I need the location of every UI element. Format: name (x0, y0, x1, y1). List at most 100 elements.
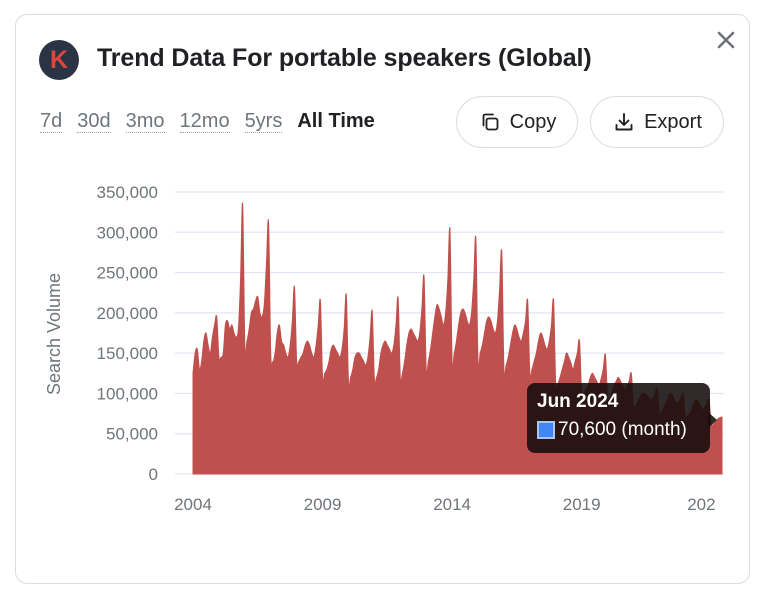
data-point[interactable] (563, 360, 565, 362)
data-point[interactable] (214, 324, 216, 326)
data-point[interactable] (257, 296, 259, 298)
data-point[interactable] (600, 378, 602, 380)
data-point[interactable] (255, 300, 257, 302)
data-point[interactable] (326, 368, 328, 370)
data-point[interactable] (220, 356, 222, 358)
data-point[interactable] (291, 320, 293, 322)
data-point[interactable] (425, 368, 427, 370)
data-point[interactable] (263, 304, 265, 306)
data-point[interactable] (237, 328, 239, 330)
data-point[interactable] (466, 320, 468, 322)
data-point[interactable] (516, 328, 518, 330)
data-point[interactable] (542, 336, 544, 338)
data-point[interactable] (358, 352, 360, 354)
data-point[interactable] (546, 348, 548, 350)
data-point[interactable] (544, 344, 546, 346)
data-point[interactable] (391, 352, 393, 354)
data-point[interactable] (460, 312, 462, 314)
data-point[interactable] (315, 344, 317, 346)
data-point[interactable] (432, 332, 434, 334)
data-point[interactable] (721, 416, 723, 418)
data-point[interactable] (561, 368, 563, 370)
data-point[interactable] (332, 344, 334, 346)
data-point[interactable] (496, 320, 498, 322)
data-point[interactable] (490, 320, 492, 322)
data-point[interactable] (479, 352, 481, 354)
data-point[interactable] (505, 364, 507, 366)
data-point[interactable] (566, 352, 568, 354)
data-point[interactable] (419, 332, 421, 334)
data-point[interactable] (201, 360, 203, 362)
data-point[interactable] (322, 376, 324, 378)
data-point[interactable] (408, 332, 410, 334)
data-point[interactable] (306, 340, 308, 342)
data-point[interactable] (192, 372, 194, 374)
data-point[interactable] (486, 320, 488, 322)
data-point[interactable] (330, 348, 332, 350)
data-point[interactable] (274, 352, 276, 354)
data-point[interactable] (382, 344, 384, 346)
data-point[interactable] (378, 368, 380, 370)
data-point[interactable] (261, 316, 263, 318)
data-point[interactable] (289, 344, 291, 346)
data-point[interactable] (335, 348, 337, 350)
data-point[interactable] (369, 336, 371, 338)
data-point[interactable] (453, 352, 455, 354)
data-point[interactable] (455, 340, 457, 342)
data-point[interactable] (468, 324, 470, 326)
data-point[interactable] (283, 344, 285, 346)
data-point[interactable] (194, 352, 196, 354)
data-point[interactable] (376, 376, 378, 378)
data-point[interactable] (240, 280, 242, 282)
data-point[interactable] (464, 312, 466, 314)
data-point[interactable] (343, 328, 345, 330)
data-point[interactable] (393, 344, 395, 346)
data-point[interactable] (604, 354, 606, 356)
data-point[interactable] (231, 324, 233, 326)
data-point[interactable] (371, 310, 373, 312)
data-point[interactable] (488, 316, 490, 318)
data-point[interactable] (304, 344, 306, 346)
data-point[interactable] (298, 360, 300, 362)
data-point[interactable] (211, 336, 213, 338)
data-point[interactable] (302, 352, 304, 354)
data-point[interactable] (591, 372, 593, 374)
data-point[interactable] (386, 344, 388, 346)
data-point[interactable] (399, 376, 401, 378)
data-point[interactable] (341, 348, 343, 350)
data-point[interactable] (578, 340, 580, 342)
data-point[interactable] (309, 344, 311, 346)
data-point[interactable] (540, 332, 542, 334)
data-point[interactable] (499, 288, 501, 290)
data-point[interactable] (473, 280, 475, 282)
data-point[interactable] (207, 344, 209, 346)
data-point[interactable] (319, 300, 321, 302)
data-point[interactable] (520, 340, 522, 342)
data-point[interactable] (233, 332, 235, 334)
data-point[interactable] (630, 372, 632, 374)
data-point[interactable] (287, 356, 289, 358)
data-point[interactable] (512, 332, 514, 334)
data-point[interactable] (205, 332, 207, 334)
data-point[interactable] (324, 372, 326, 374)
data-point[interactable] (278, 324, 280, 326)
data-point[interactable] (339, 356, 341, 358)
data-point[interactable] (224, 324, 226, 326)
data-point[interactable] (417, 340, 419, 342)
data-point[interactable] (574, 360, 576, 362)
data-point[interactable] (529, 372, 531, 374)
data-point[interactable] (252, 308, 254, 310)
data-point[interactable] (406, 344, 408, 346)
data-point[interactable] (259, 312, 261, 314)
data-point[interactable] (719, 417, 721, 419)
data-point[interactable] (481, 344, 483, 346)
data-point[interactable] (401, 372, 403, 374)
data-point[interactable] (589, 376, 591, 378)
data-point[interactable] (352, 368, 354, 370)
data-point[interactable] (572, 368, 574, 370)
data-point[interactable] (477, 360, 479, 362)
data-point[interactable] (440, 316, 442, 318)
data-point[interactable] (395, 324, 397, 326)
data-point[interactable] (503, 368, 505, 370)
data-point[interactable] (272, 360, 274, 362)
